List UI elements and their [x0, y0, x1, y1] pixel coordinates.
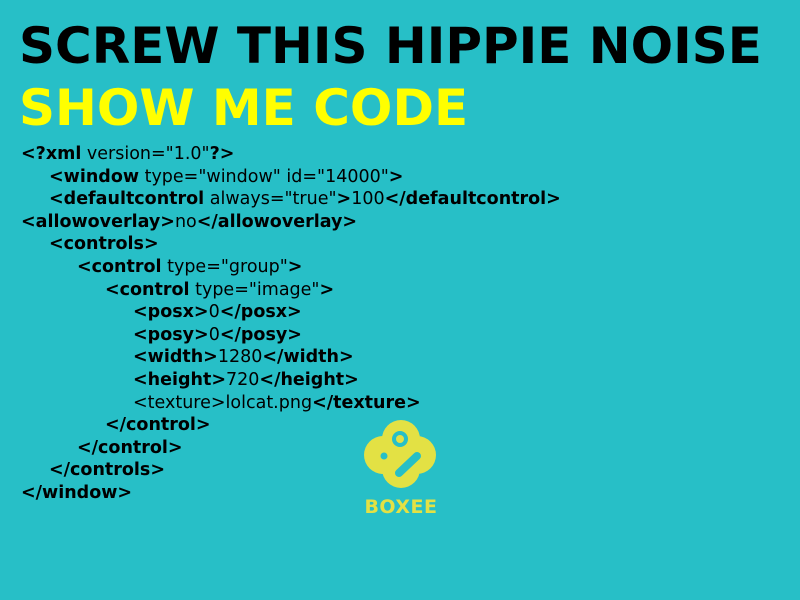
xml-tag: <controls> [49, 234, 159, 255]
xml-tag: </defaultcontrol> [384, 189, 561, 210]
xml-decl-open: <?xml [21, 144, 82, 164]
xml-tag: > [287, 256, 303, 277]
xml-value: 720 [226, 369, 260, 390]
xml-tag: </texture> [312, 392, 421, 413]
code-line: <controls> [21, 233, 561, 256]
boxee-wordmark: BOXEE [364, 496, 438, 518]
xml-attr: version="1.0" [81, 144, 210, 164]
xml-tag: <defaultcontrol [49, 189, 205, 210]
xml-tag: <control [77, 256, 162, 277]
xml-value: 100 [351, 189, 385, 210]
xml-tag: <allowoverlay> [21, 211, 175, 232]
xml-value: 1280 [217, 347, 263, 368]
xml-tag: <posy> [133, 324, 209, 345]
code-line: <allowoverlay>no</allowoverlay> [21, 211, 561, 234]
headline-line-2: SHOW ME CODE [19, 79, 469, 137]
xml-tag: <width> [133, 347, 218, 368]
xml-tag: </posx> [219, 302, 302, 323]
code-line: </control> [21, 437, 561, 460]
xml-tag: <control [105, 279, 190, 300]
xml-decl-close: ?> [209, 144, 235, 164]
xml-value: 0 [208, 302, 220, 323]
xml-tag: <window [49, 166, 140, 187]
xml-value: 0 [208, 324, 220, 345]
xml-tag: > [336, 189, 352, 210]
xml-tag: </window> [21, 482, 133, 503]
xml-tag: <height> [133, 369, 227, 390]
xml-tag: </width> [262, 347, 354, 368]
xml-tag: <posx> [133, 302, 209, 323]
code-line: </control> [21, 414, 561, 437]
xml-attr: always="true" [204, 189, 337, 210]
xml-tag: > [388, 166, 404, 187]
xml-tag: </height> [259, 369, 359, 390]
code-line: <height>720</height> [21, 369, 561, 392]
xml-tag: </controls> [49, 460, 166, 481]
code-line: </controls> [21, 459, 561, 482]
code-line: </window> [21, 482, 561, 505]
code-line: <control type="image"> [21, 279, 561, 302]
boxee-logo-icon [364, 420, 436, 488]
xml-value: lolcat.png [225, 392, 313, 413]
code-line: <control type="group"> [21, 256, 561, 279]
code-line: <window type="window" id="14000"> [21, 166, 561, 189]
xml-value: no [174, 211, 197, 232]
xml-attr: type="group" [161, 256, 288, 277]
xml-tag: </allowoverlay> [196, 211, 358, 232]
xml-tag: > [319, 279, 335, 300]
boxee-logo: BOXEE [356, 418, 446, 522]
xml-tag: </control> [77, 437, 183, 458]
code-line: <defaultcontrol always="true">100</defau… [21, 188, 561, 211]
code-line: <texture>lolcat.png</texture> [21, 392, 561, 415]
code-line: <?xml version="1.0"?> [21, 143, 561, 166]
code-line: <width>1280</width> [21, 346, 561, 369]
xml-tag-plain: <texture> [133, 392, 226, 413]
xml-tag: </posy> [219, 324, 302, 345]
xml-tag: </control> [105, 415, 211, 436]
code-line: <posx>0</posx> [21, 301, 561, 324]
code-line: <posy>0</posy> [21, 324, 561, 347]
xml-code-block: <?xml version="1.0"?> <window type="wind… [21, 143, 561, 505]
xml-attr: type="image" [189, 279, 320, 300]
headline-line-1: SCREW THIS HIPPIE NOISE [19, 17, 762, 75]
xml-attr: type="window" id="14000" [139, 166, 389, 187]
